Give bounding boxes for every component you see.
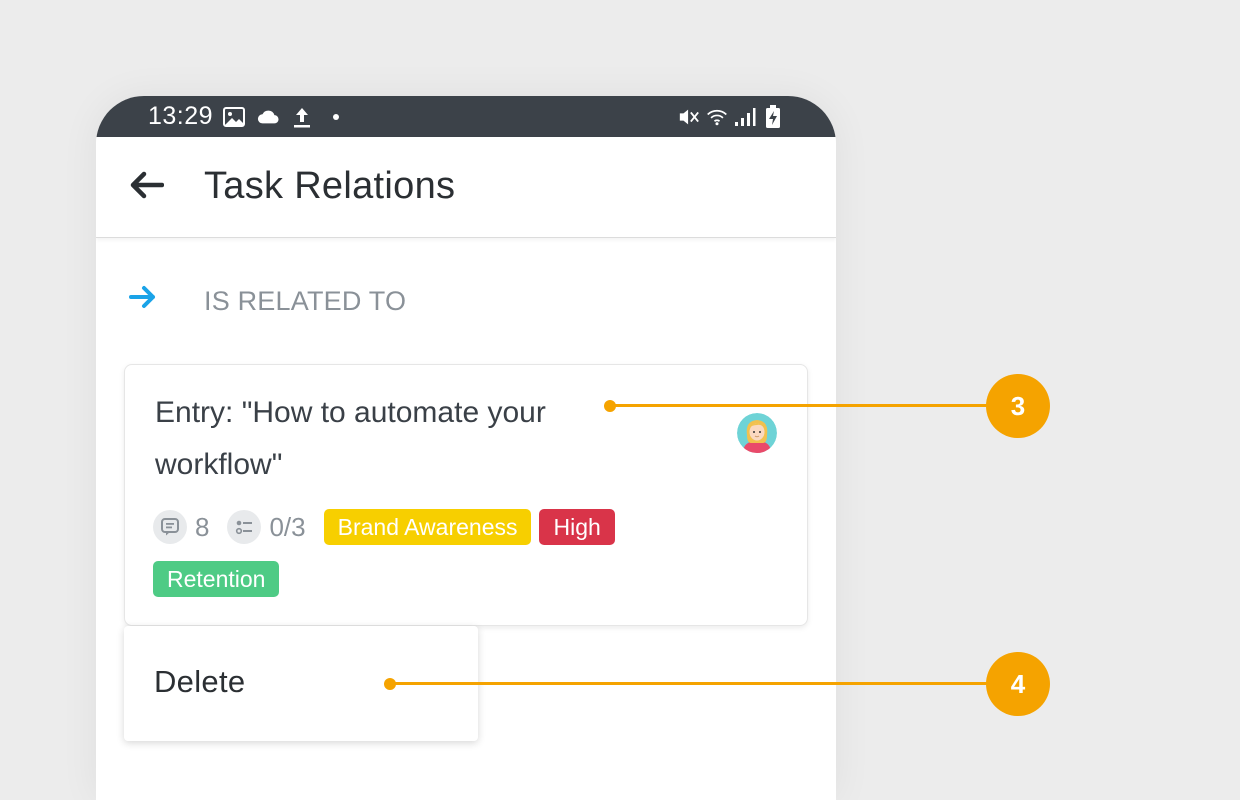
upload-icon [291, 106, 313, 128]
callout-3-badge: 3 [986, 374, 1050, 438]
wifi-icon [706, 106, 728, 128]
task-title: Entry: "How to automate your workflow" [155, 396, 546, 481]
image-icon [223, 106, 246, 128]
cloud-icon [257, 106, 279, 128]
status-left-icons [223, 106, 340, 128]
dot-icon [333, 113, 340, 120]
phone-frame: 13:29 Task Relations IS RELATED TO Entry… [96, 96, 836, 800]
delete-menu-item[interactable]: Delete [154, 664, 245, 700]
tag-retention: Retention [153, 561, 280, 597]
mute-icon [678, 106, 700, 128]
checklist-progress: 0/3 [269, 511, 306, 542]
battery-charging-icon [762, 104, 784, 128]
tag-brand-awareness: Brand Awareness [323, 509, 532, 545]
user-avatar [737, 413, 777, 453]
checklist-icon [227, 510, 262, 544]
page-title: Task Relations [204, 165, 456, 207]
relation-type-icon-wrap [128, 284, 158, 315]
comments-count: 8 [195, 511, 210, 542]
callout-4-badge: 4 [986, 652, 1050, 716]
checklist-indicator: 0/3 [227, 510, 306, 544]
status-right-icons [678, 104, 784, 128]
signal-icon [734, 106, 756, 128]
arrow-left-icon [128, 170, 165, 205]
arrow-right-icon [128, 284, 158, 315]
app-bar: Task Relations [96, 137, 836, 238]
status-time: 13:29 [148, 102, 214, 130]
tag-high-priority: High [539, 509, 615, 545]
comment-icon [153, 510, 187, 544]
relation-type-label: IS RELATED TO [204, 286, 407, 316]
comments-indicator: 8 [153, 510, 209, 544]
task-meta-row: 8 0/3 Brand Awareness High Retention [153, 509, 793, 597]
callout-4-line [390, 682, 990, 685]
status-bar: 13:29 [96, 96, 836, 137]
back-button[interactable] [126, 170, 166, 204]
callout-3-line [610, 404, 990, 407]
